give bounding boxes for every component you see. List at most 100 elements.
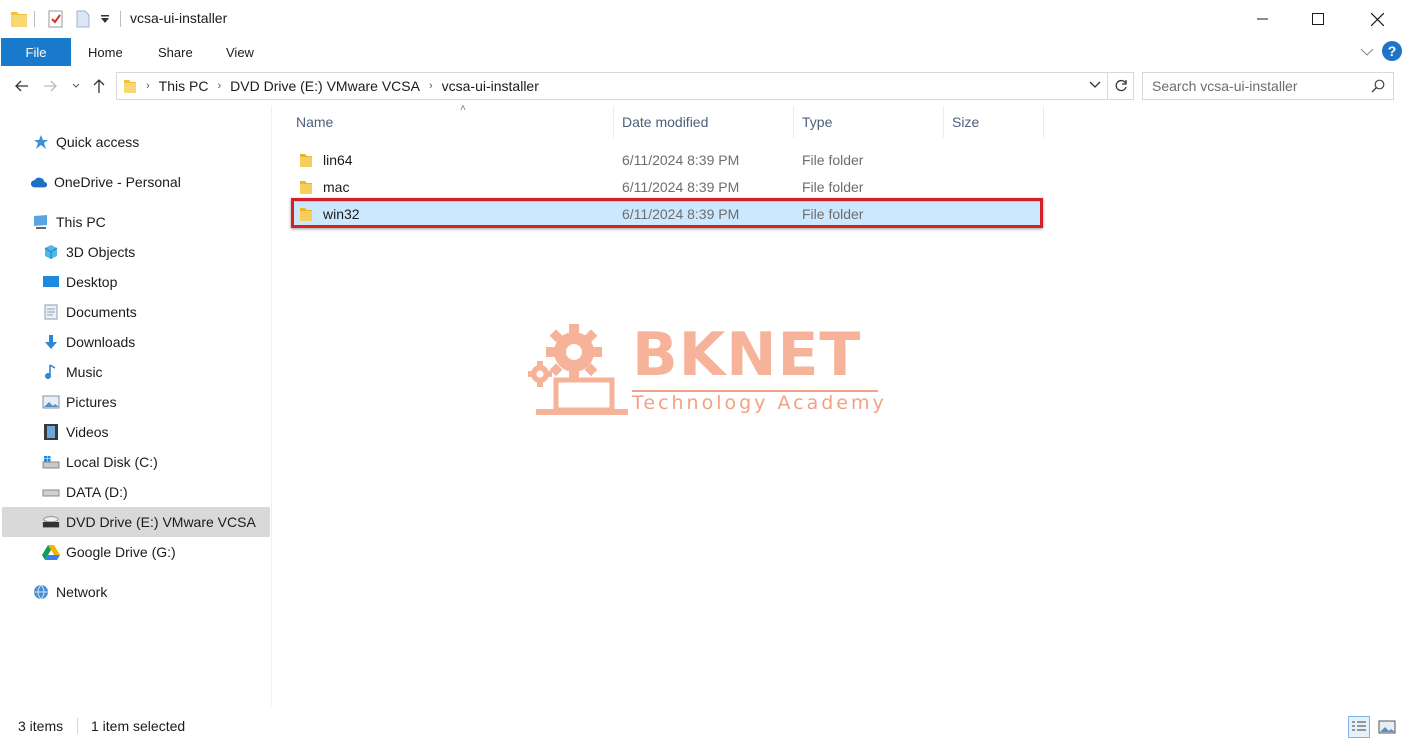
nav-3d-objects[interactable]: 3D Objects — [42, 237, 135, 267]
selection-count: 1 item selected — [91, 718, 186, 734]
nav-label: Quick access — [56, 134, 140, 150]
breadcrumb-current-folder[interactable]: vcsa-ui-installer — [442, 78, 539, 94]
nav-music[interactable]: Music — [42, 357, 103, 387]
properties-icon[interactable] — [48, 8, 64, 30]
search-input[interactable] — [1152, 78, 1362, 94]
folder-icon — [10, 8, 28, 30]
gear-icon — [528, 324, 628, 415]
nav-google-drive-g[interactable]: Google Drive (G:) — [42, 537, 176, 567]
folder-icon — [299, 174, 313, 200]
file-type: File folder — [802, 152, 864, 168]
new-folder-icon[interactable] — [76, 8, 90, 30]
column-header-type[interactable]: Type — [794, 106, 944, 138]
tab-share[interactable]: Share — [158, 38, 193, 66]
nav-label: DATA (D:) — [66, 484, 128, 500]
address-row: › This PC › DVD Drive (E:) VMware VCSA ›… — [0, 66, 1408, 106]
item-count: 3 items — [18, 718, 64, 734]
column-label: Name — [296, 114, 334, 130]
refresh-button[interactable] — [1108, 72, 1134, 100]
title-bar: vcsa-ui-installer — [0, 0, 1408, 38]
nav-label: Desktop — [66, 274, 118, 290]
minimize-button[interactable] — [1240, 0, 1286, 38]
nav-label: Downloads — [66, 334, 136, 350]
breadcrumb-this-pc[interactable]: This PC — [159, 78, 209, 94]
cloud-icon — [30, 173, 48, 191]
search-icon[interactable] — [1371, 79, 1385, 96]
breadcrumb-dvd-drive[interactable]: DVD Drive (E:) VMware VCSA — [230, 78, 420, 94]
maximize-button[interactable] — [1295, 0, 1341, 38]
up-button[interactable] — [90, 76, 108, 96]
nav-dvd-drive-e[interactable]: DVD Drive (E:) VMware VCSA — [2, 507, 270, 537]
nav-this-pc[interactable]: This PC — [32, 207, 106, 237]
tab-file[interactable]: File — [1, 38, 71, 66]
nav-label: This PC — [56, 214, 106, 230]
file-date: 6/11/2024 8:39 PM — [622, 179, 740, 195]
nav-quick-access[interactable]: Quick access — [32, 127, 139, 157]
file-date: 6/11/2024 8:39 PM — [622, 206, 740, 222]
nav-downloads[interactable]: Downloads — [42, 327, 135, 357]
hard-drive-icon — [42, 483, 60, 501]
nav-label: Network — [56, 584, 108, 600]
file-row[interactable]: mac 6/11/2024 8:39 PM File folder — [291, 174, 1043, 200]
nav-desktop[interactable]: Desktop — [42, 267, 117, 297]
back-button[interactable] — [12, 76, 32, 96]
nav-label: Documents — [66, 304, 137, 320]
nav-videos[interactable]: Videos — [42, 417, 109, 447]
file-row-selected[interactable]: win32 6/11/2024 8:39 PM File folder — [291, 201, 1043, 227]
folder-icon — [123, 78, 137, 94]
nav-label: DVD Drive (E:) VMware VCSA — [66, 514, 256, 530]
address-bar[interactable]: › This PC › DVD Drive (E:) VMware VCSA ›… — [116, 72, 1108, 100]
nav-onedrive[interactable]: OneDrive - Personal — [30, 167, 181, 197]
large-icons-view-button[interactable] — [1376, 716, 1398, 738]
address-dropdown-button[interactable] — [1089, 81, 1101, 89]
nav-pictures[interactable]: Pictures — [42, 387, 117, 417]
desktop-icon — [42, 273, 60, 291]
nav-label: OneDrive - Personal — [54, 174, 181, 190]
expand-ribbon-icon[interactable] — [1360, 43, 1374, 59]
tab-home[interactable]: Home — [88, 38, 123, 66]
nav-data-d[interactable]: DATA (D:) — [42, 477, 128, 507]
file-name: mac — [323, 179, 350, 195]
file-type: File folder — [802, 179, 864, 195]
recent-locations-button[interactable] — [68, 76, 84, 96]
navigation-pane: Quick access OneDrive - Personal This PC… — [0, 106, 272, 706]
nav-local-disk-c[interactable]: Local Disk (C:) — [42, 447, 158, 477]
search-box[interactable] — [1142, 72, 1394, 100]
watermark-brand: BKNET — [632, 320, 862, 390]
column-header-size[interactable]: Size — [944, 106, 1044, 138]
sort-ascending-icon: ˄ — [460, 103, 466, 114]
music-note-icon — [42, 363, 60, 381]
tab-view[interactable]: View — [226, 38, 254, 66]
picture-icon — [1378, 720, 1396, 734]
column-label: Date modified — [622, 114, 709, 130]
star-icon — [32, 133, 50, 151]
nav-label: 3D Objects — [66, 244, 136, 260]
nav-label: Google Drive (G:) — [66, 544, 176, 560]
column-label: Size — [952, 114, 980, 130]
details-view-button[interactable] — [1348, 716, 1370, 738]
status-bar: 3 items 1 item selected — [0, 706, 1408, 742]
computer-icon — [32, 213, 50, 231]
nav-network[interactable]: Network — [32, 577, 107, 607]
column-header-date[interactable]: Date modified — [614, 106, 794, 138]
folder-icon — [299, 147, 313, 173]
file-name: win32 — [323, 206, 360, 222]
details-view-icon — [1352, 721, 1366, 731]
dvd-drive-icon — [42, 513, 60, 531]
file-type: File folder — [802, 206, 864, 222]
nav-label: Pictures — [66, 394, 117, 410]
watermark-tagline: Technology Academy — [632, 392, 887, 414]
chevron-right-icon: › — [217, 80, 222, 92]
help-button[interactable]: ? — [1382, 41, 1402, 61]
chevron-right-icon: › — [146, 80, 150, 92]
nav-documents[interactable]: Documents — [42, 297, 137, 327]
document-icon — [42, 303, 60, 321]
column-header-name[interactable]: ˄ Name — [288, 103, 614, 138]
picture-icon — [42, 393, 60, 411]
forward-button[interactable] — [40, 76, 60, 96]
file-row[interactable]: lin64 6/11/2024 8:39 PM File folder — [291, 147, 1043, 173]
close-button[interactable] — [1354, 0, 1400, 38]
download-arrow-icon — [42, 333, 60, 351]
customize-toolbar-icon[interactable] — [100, 8, 110, 30]
window-title: vcsa-ui-installer — [130, 10, 228, 26]
